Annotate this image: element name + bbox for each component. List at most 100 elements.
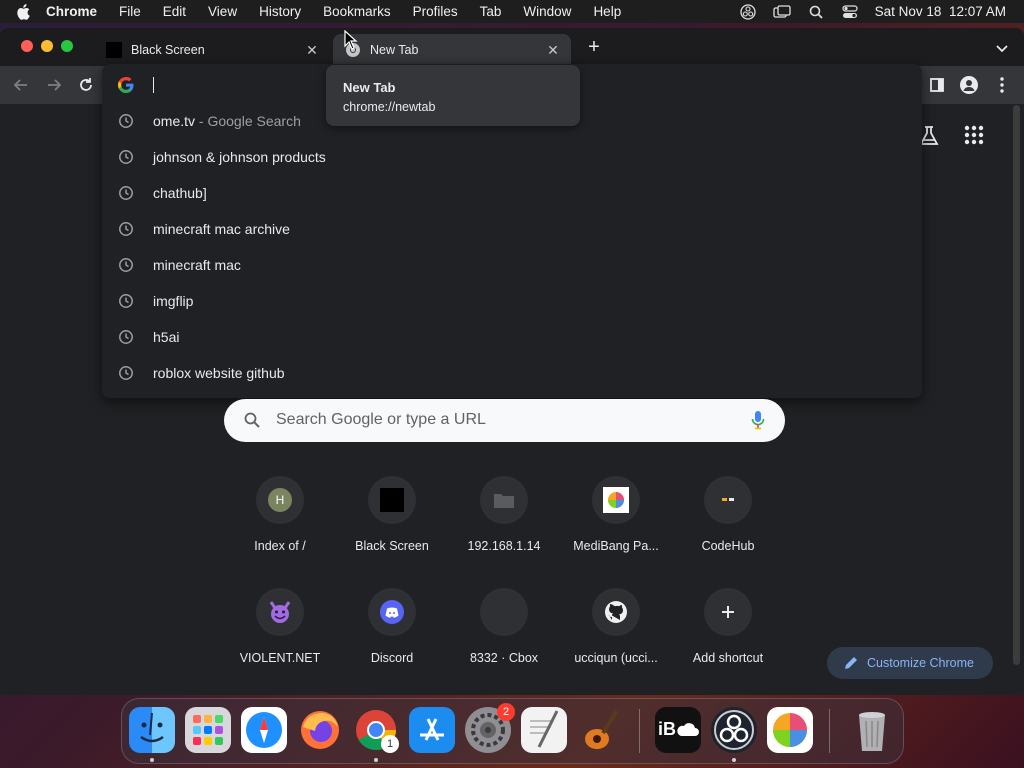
suggestion-text: h5ai [153, 329, 180, 345]
menu-edit[interactable]: Edit [163, 4, 186, 19]
suggestion-subtext: - Google Search [195, 113, 301, 129]
shortcut-local-ip[interactable]: 192.168.1.14 [448, 476, 560, 576]
tab-title: New Tab [370, 43, 419, 57]
tab-title: Black Screen [131, 43, 205, 57]
omnibox-suggestion[interactable]: chathub] [102, 175, 922, 211]
app-store-icon[interactable] [409, 707, 455, 753]
spotlight-search-icon[interactable] [807, 4, 825, 20]
customize-chrome-button[interactable]: Customize Chrome [827, 647, 993, 679]
add-shortcut-button[interactable]: Add shortcut [672, 588, 784, 688]
apple-logo-icon[interactable] [14, 3, 32, 21]
trash-icon[interactable] [849, 707, 895, 753]
settings-notification-badge: 2 [497, 703, 515, 721]
garageband-icon[interactable] [577, 707, 623, 753]
smiling-devil-favicon-icon [269, 601, 291, 623]
finder-icon[interactable] [129, 707, 175, 753]
voice-search-mic-icon[interactable] [751, 410, 765, 430]
icloud-app-icon[interactable]: iB [655, 707, 701, 753]
textedit-icon[interactable] [521, 707, 567, 753]
google-g-icon [118, 77, 134, 93]
customize-chrome-label: Customize Chrome [867, 656, 974, 670]
ntp-search-box[interactable]: Search Google or type a URL [224, 399, 785, 442]
menu-bookmarks[interactable]: Bookmarks [323, 4, 391, 19]
history-clock-icon [118, 185, 134, 201]
tab-hover-card: New Tab chrome://newtab [326, 65, 580, 126]
pencil-icon [844, 656, 858, 670]
back-arrow-icon[interactable] [12, 76, 30, 94]
shortcut-github-ucciqun[interactable]: ucciqun (ucci... [560, 588, 672, 688]
obs-studio-icon[interactable] [711, 707, 757, 753]
macos-menu-bar: Chrome File Edit View History Bookmarks … [0, 0, 1024, 23]
history-clock-icon [118, 365, 134, 381]
tab-strip: Black Screen ✕ New Tab ✕ + [0, 28, 1024, 66]
profile-avatar-icon[interactable] [960, 76, 978, 94]
side-panel-icon[interactable] [928, 76, 946, 94]
launchpad-icon[interactable] [185, 707, 231, 753]
shortcut-label: Add shortcut [692, 651, 764, 665]
shortcut-tile [704, 588, 752, 636]
menubar-clock[interactable]: Sat Nov 18 12:07 AM [875, 4, 1006, 19]
new-tab-button[interactable]: + [584, 37, 604, 58]
menu-view[interactable]: View [208, 4, 237, 19]
close-tab-icon[interactable]: ✕ [545, 42, 561, 58]
menu-app-name[interactable]: Chrome [46, 4, 97, 19]
black-screen-favicon-icon [106, 42, 122, 58]
suggestion-text: roblox website github [153, 365, 285, 381]
suggestion-text: ome.tv [153, 113, 196, 129]
omnibox-suggestion[interactable]: h5ai [102, 319, 922, 355]
obs-status-icon[interactable] [739, 3, 757, 20]
running-indicator [150, 758, 154, 762]
tab-black-screen[interactable]: Black Screen ✕ [94, 34, 330, 66]
search-placeholder: Search Google or type a URL [276, 411, 486, 428]
hovercard-title: New Tab [343, 80, 396, 95]
minimize-window-button[interactable] [41, 40, 53, 52]
running-indicator [732, 758, 736, 762]
shortcut-tile [480, 588, 528, 636]
shortcut-cbox[interactable]: 8332 · Cbox [448, 588, 560, 688]
reload-icon[interactable] [77, 76, 95, 94]
control-center-icon[interactable] [841, 4, 859, 20]
omnibox-suggestion[interactable]: minecraft mac archive [102, 211, 922, 247]
safari-icon[interactable] [241, 707, 287, 753]
screen-mirroring-icon[interactable] [773, 4, 791, 20]
shortcut-label: CodeHub [701, 539, 755, 553]
tab-search-chevron-icon[interactable] [994, 40, 1010, 56]
shortcut-codehub[interactable]: CodeHub [672, 476, 784, 576]
macos-dock: 1 2 iB [121, 698, 904, 764]
omnibox-suggestion[interactable]: johnson & johnson products [102, 139, 922, 175]
shortcut-label: MediBang Pa... [573, 539, 659, 553]
shortcut-index-of[interactable]: H Index of / [224, 476, 336, 576]
shortcut-violent-net[interactable]: VIOLENT.NET [224, 588, 336, 688]
forward-arrow-icon[interactable] [45, 76, 63, 94]
menu-history[interactable]: History [259, 4, 301, 19]
suggestion-text: chathub] [153, 185, 207, 201]
omnibox-suggestion[interactable]: roblox website github [102, 355, 922, 391]
omnibox-suggestion[interactable]: imgflip [102, 283, 922, 319]
shortcut-black-screen[interactable]: Black Screen [336, 476, 448, 576]
firefox-icon[interactable] [297, 707, 343, 753]
shortcut-discord[interactable]: Discord [336, 588, 448, 688]
menu-window[interactable]: Window [523, 4, 571, 19]
medibang-paint-icon[interactable] [767, 707, 813, 753]
mouse-cursor-icon [344, 29, 358, 50]
history-clock-icon [118, 257, 134, 273]
chrome-menu-icon[interactable] [993, 76, 1011, 94]
shortcut-medibang[interactable]: MediBang Pa... [560, 476, 672, 576]
search-icon [244, 412, 260, 428]
menu-help[interactable]: Help [593, 4, 621, 19]
google-apps-grid-icon[interactable] [964, 125, 986, 147]
close-window-button[interactable] [21, 40, 33, 52]
zoom-window-button[interactable] [61, 40, 73, 52]
shortcut-label: 8332 · Cbox [469, 651, 539, 665]
menu-file[interactable]: File [119, 4, 141, 19]
menu-profiles[interactable]: Profiles [413, 4, 458, 19]
codehub-favicon-icon [722, 498, 734, 501]
close-tab-icon[interactable]: ✕ [304, 42, 320, 58]
dock-separator [829, 709, 830, 753]
shortcut-tile [592, 588, 640, 636]
page-scrollbar[interactable] [1013, 105, 1020, 665]
menu-tab[interactable]: Tab [480, 4, 502, 19]
tab-new-tab[interactable]: New Tab ✕ [333, 34, 571, 66]
folder-favicon-icon [494, 494, 514, 508]
omnibox-suggestion[interactable]: minecraft mac [102, 247, 922, 283]
